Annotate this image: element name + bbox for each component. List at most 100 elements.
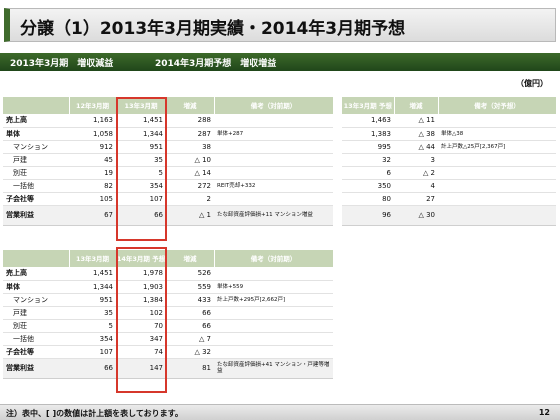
header-cell — [3, 250, 70, 267]
row-label: 単体 — [3, 127, 69, 141]
remark-cell — [214, 192, 333, 206]
table-row: 売上高 1,451 1,978 526 — [3, 267, 333, 281]
value-cell: 1,451 — [69, 267, 116, 281]
value-cell: 67 — [69, 205, 116, 226]
table-header-row: 13年3月期 予想 増減 備考（対予想） — [342, 97, 557, 114]
row-label: 単体 — [3, 280, 69, 294]
change-cell: 81 — [166, 358, 214, 379]
table-row: 32 3 — [342, 153, 556, 167]
header-cell: 増減 — [166, 250, 215, 267]
highlight-frame — [116, 247, 167, 393]
value-cell: 35 — [69, 306, 116, 320]
table-row: 別荘 19 5 △ 14 — [3, 166, 333, 180]
row-label: 別荘 — [3, 166, 69, 180]
footnote: 注）表中、[ ]の数値は計上額を表しております。 — [6, 409, 183, 418]
remark-cell: たな卸資産評価損+41 マンション・戸建等増益 — [214, 358, 333, 379]
remark-cell — [438, 192, 556, 206]
row-label: 営業利益 — [3, 205, 69, 226]
table-row: 営業利益 66 147 81 たな卸資産評価損+41 マンション・戸建等増益 — [3, 358, 333, 379]
row-label: マンション — [3, 293, 69, 307]
change-cell: 66 — [166, 319, 214, 333]
remark-cell: 計上戸数△25戸[2,367戸] — [438, 140, 556, 154]
table-row: 単体 1,058 1,344 287 単体+287 — [3, 127, 333, 141]
header-cell: 13年3月期 予想 — [342, 97, 395, 114]
value-cell: 354 — [69, 332, 116, 346]
row-label: 一括他 — [3, 179, 69, 193]
remark-cell — [438, 205, 556, 226]
table-row: 350 4 — [342, 179, 556, 193]
value-cell: 96 — [342, 205, 394, 226]
table-row: 戸建 35 102 66 — [3, 306, 333, 320]
value-cell: 951 — [69, 293, 116, 307]
remark-cell — [214, 306, 333, 320]
table-row: 単体 1,344 1,903 559 単体+559 — [3, 280, 333, 294]
table-row: 別荘 5 70 66 — [3, 319, 333, 333]
change-cell: △ 38 — [394, 127, 438, 141]
remark-cell: REIT売却+332 — [214, 179, 333, 193]
change-cell: 288 — [166, 114, 214, 128]
value-cell: 350 — [342, 179, 394, 193]
change-cell: 272 — [166, 179, 214, 193]
change-cell: △ 14 — [166, 166, 214, 180]
change-cell: 2 — [166, 192, 214, 206]
table-row: 96 △ 30 — [342, 205, 556, 226]
table-row: 一括他 354 347 △ 7 — [3, 332, 333, 346]
remark-cell — [438, 179, 556, 193]
row-label: 子会社等 — [3, 345, 69, 359]
value-cell: 105 — [69, 192, 116, 206]
value-cell: 45 — [69, 153, 116, 167]
value-cell: 995 — [342, 140, 394, 154]
table-row: 80 27 — [342, 192, 556, 206]
value-cell: 66 — [69, 358, 116, 379]
remark-cell — [214, 166, 333, 180]
change-cell: 38 — [166, 140, 214, 154]
change-cell: 559 — [166, 280, 214, 294]
header-cell: 備考（対前期） — [214, 250, 334, 267]
value-cell: 1,163 — [69, 114, 116, 128]
remark-cell — [214, 319, 333, 333]
change-cell: △ 7 — [166, 332, 214, 346]
change-cell: 433 — [166, 293, 214, 307]
change-cell: △ 11 — [394, 114, 438, 128]
change-cell: △ 1 — [166, 205, 214, 226]
change-cell: △ 10 — [166, 153, 214, 167]
value-cell: 80 — [342, 192, 394, 206]
table-row: 1,383 △ 38 単体△38 — [342, 127, 556, 141]
row-label: 子会社等 — [3, 192, 69, 206]
header-cell — [3, 97, 70, 114]
table-header-row: 13年3月期 14年3月期 予想 増減 備考（対前期） — [3, 250, 334, 267]
remark-cell: たな卸資産評価損+11 マンション増益 — [214, 205, 333, 226]
page-title: 分譲（1）2013年3月期実績・2014年3月期予想 — [20, 19, 406, 39]
remark-cell — [438, 166, 556, 180]
table-row: マンション 951 1,384 433 計上戸数+295戸[2,662戸] — [3, 293, 333, 307]
forecast-table-2014: 13年3月期 14年3月期 予想 増減 備考（対前期） 売上高 1,451 1,97… — [3, 250, 334, 379]
results-table-2013: 12年3月期 13年3月期 増減 備考（対前期） 売上高 1,163 1,451 28… — [3, 97, 334, 226]
value-cell: 1,463 — [342, 114, 394, 128]
remark-cell — [214, 345, 333, 359]
forecast-comparison-table: 13年3月期 予想 増減 備考（対予想） 1,463 △ 11 1,383 △ 38 単… — [342, 97, 557, 226]
table-header-row: 12年3月期 13年3月期 増減 備考（対前期） — [3, 97, 334, 114]
change-cell: △ 44 — [394, 140, 438, 154]
row-label: マンション — [3, 140, 69, 154]
header-cell: 増減 — [394, 97, 439, 114]
remark-cell: 単体△38 — [438, 127, 556, 141]
row-label: 売上高 — [3, 267, 69, 281]
row-label: 一括他 — [3, 332, 69, 346]
value-cell: 32 — [342, 153, 394, 167]
header-cell: 備考（対前期） — [214, 97, 334, 114]
change-cell: △ 30 — [394, 205, 438, 226]
table-row: 売上高 1,163 1,451 288 — [3, 114, 333, 128]
remark-cell — [214, 332, 333, 346]
remark-cell — [438, 114, 556, 128]
value-cell: 6 — [342, 166, 394, 180]
value-cell: 1,058 — [69, 127, 116, 141]
change-cell: 27 — [394, 192, 438, 206]
change-cell: 66 — [166, 306, 214, 320]
change-cell: 526 — [166, 267, 214, 281]
change-cell: 3 — [394, 153, 438, 167]
table-row: 995 △ 44 計上戸数△25戸[2,367戸] — [342, 140, 556, 154]
table-row: 1,463 △ 11 — [342, 114, 556, 128]
remark-cell: 単体+559 — [214, 280, 333, 294]
title-bar: 分譲（1）2013年3月期実績・2014年3月期予想 — [4, 8, 556, 42]
remark-cell: 計上戸数+295戸[2,662戸] — [214, 293, 333, 307]
